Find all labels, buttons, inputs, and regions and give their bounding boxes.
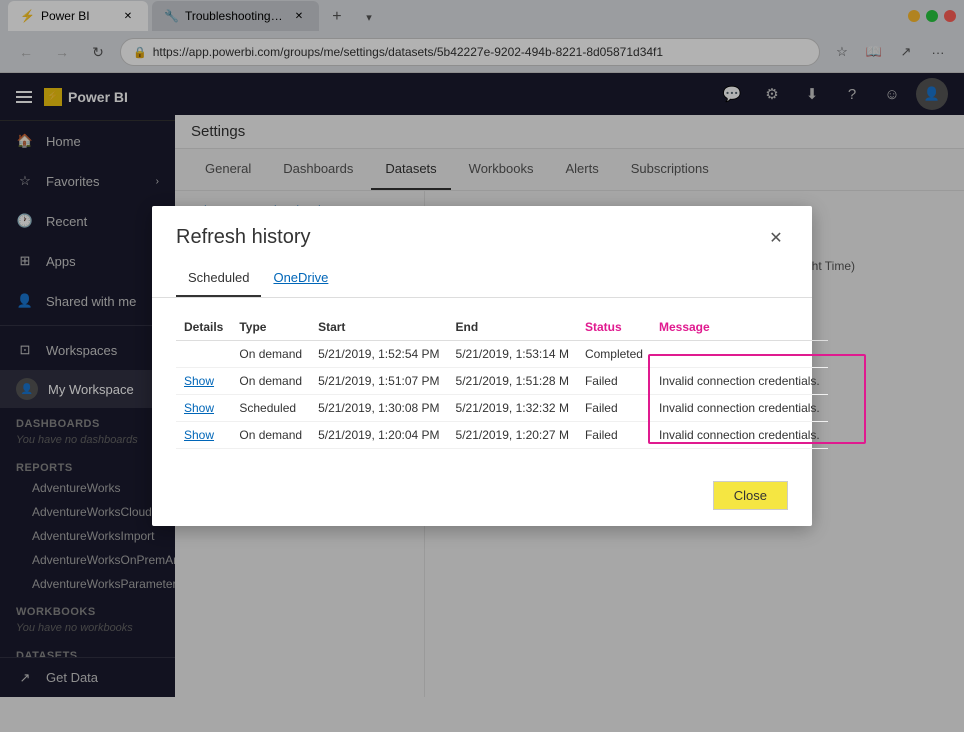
row0-message [651, 341, 828, 368]
row2-type: Scheduled [231, 395, 310, 422]
modal-body: Details Type Start End Status Message [152, 298, 812, 465]
modal-tab-onedrive[interactable]: OneDrive [261, 262, 340, 297]
row1-type: On demand [231, 368, 310, 395]
row3-start: 5/21/2019, 1:20:04 PM [310, 422, 447, 449]
row0-status: Completed [577, 341, 651, 368]
refresh-history-modal: Refresh history ✕ Scheduled OneDrive Det… [152, 206, 812, 526]
row3-type: On demand [231, 422, 310, 449]
row0-type: On demand [231, 341, 310, 368]
history-table: Details Type Start End Status Message [176, 314, 828, 449]
row3-status: Failed [577, 422, 651, 449]
row1-start: 5/21/2019, 1:51:07 PM [310, 368, 447, 395]
modal-tab-scheduled[interactable]: Scheduled [176, 262, 261, 297]
modal-footer: Close [152, 465, 812, 526]
modal-overlay: Refresh history ✕ Scheduled OneDrive Det… [0, 0, 964, 732]
row0-details [176, 341, 231, 368]
app-layout: ⚡ Power BI 🏠 Home ☆ Favorites › 🕐 Recent… [0, 73, 964, 697]
col-end: End [448, 314, 577, 341]
row2-start: 5/21/2019, 1:30:08 PM [310, 395, 447, 422]
table-row-1: Show On demand 5/21/2019, 1:51:07 PM 5/2… [176, 368, 828, 395]
modal-title: Refresh history [176, 226, 311, 249]
row3-end: 5/21/2019, 1:20:27 M [448, 422, 577, 449]
row2-message: Invalid connection credentials. [651, 395, 828, 422]
row1-end: 5/21/2019, 1:51:28 M [448, 368, 577, 395]
row1-details[interactable]: Show [176, 368, 231, 395]
table-row-2: Show Scheduled 5/21/2019, 1:30:08 PM 5/2… [176, 395, 828, 422]
row0-end: 5/21/2019, 1:53:14 M [448, 341, 577, 368]
row3-message: Invalid connection credentials. [651, 422, 828, 449]
row3-details[interactable]: Show [176, 422, 231, 449]
row2-details[interactable]: Show [176, 395, 231, 422]
col-start: Start [310, 314, 447, 341]
row0-start: 5/21/2019, 1:52:54 PM [310, 341, 447, 368]
main-area: 💬 ⚙ ⬇ ? ☺ 👤 Settings General Dashboards … [175, 73, 964, 697]
row1-status: Failed [577, 368, 651, 395]
row1-message: Invalid connection credentials. [651, 368, 828, 395]
table-row-0: On demand 5/21/2019, 1:52:54 PM 5/21/201… [176, 341, 828, 368]
close-modal-button[interactable]: Close [713, 481, 788, 510]
col-details: Details [176, 314, 231, 341]
col-message: Message [651, 314, 828, 341]
modal-header: Refresh history ✕ [152, 206, 812, 262]
row2-end: 5/21/2019, 1:32:32 M [448, 395, 577, 422]
row2-status: Failed [577, 395, 651, 422]
table-row-3: Show On demand 5/21/2019, 1:20:04 PM 5/2… [176, 422, 828, 449]
modal-close-button[interactable]: ✕ [764, 226, 788, 250]
col-type: Type [231, 314, 310, 341]
col-status: Status [577, 314, 651, 341]
modal-tabs: Scheduled OneDrive [152, 262, 812, 298]
